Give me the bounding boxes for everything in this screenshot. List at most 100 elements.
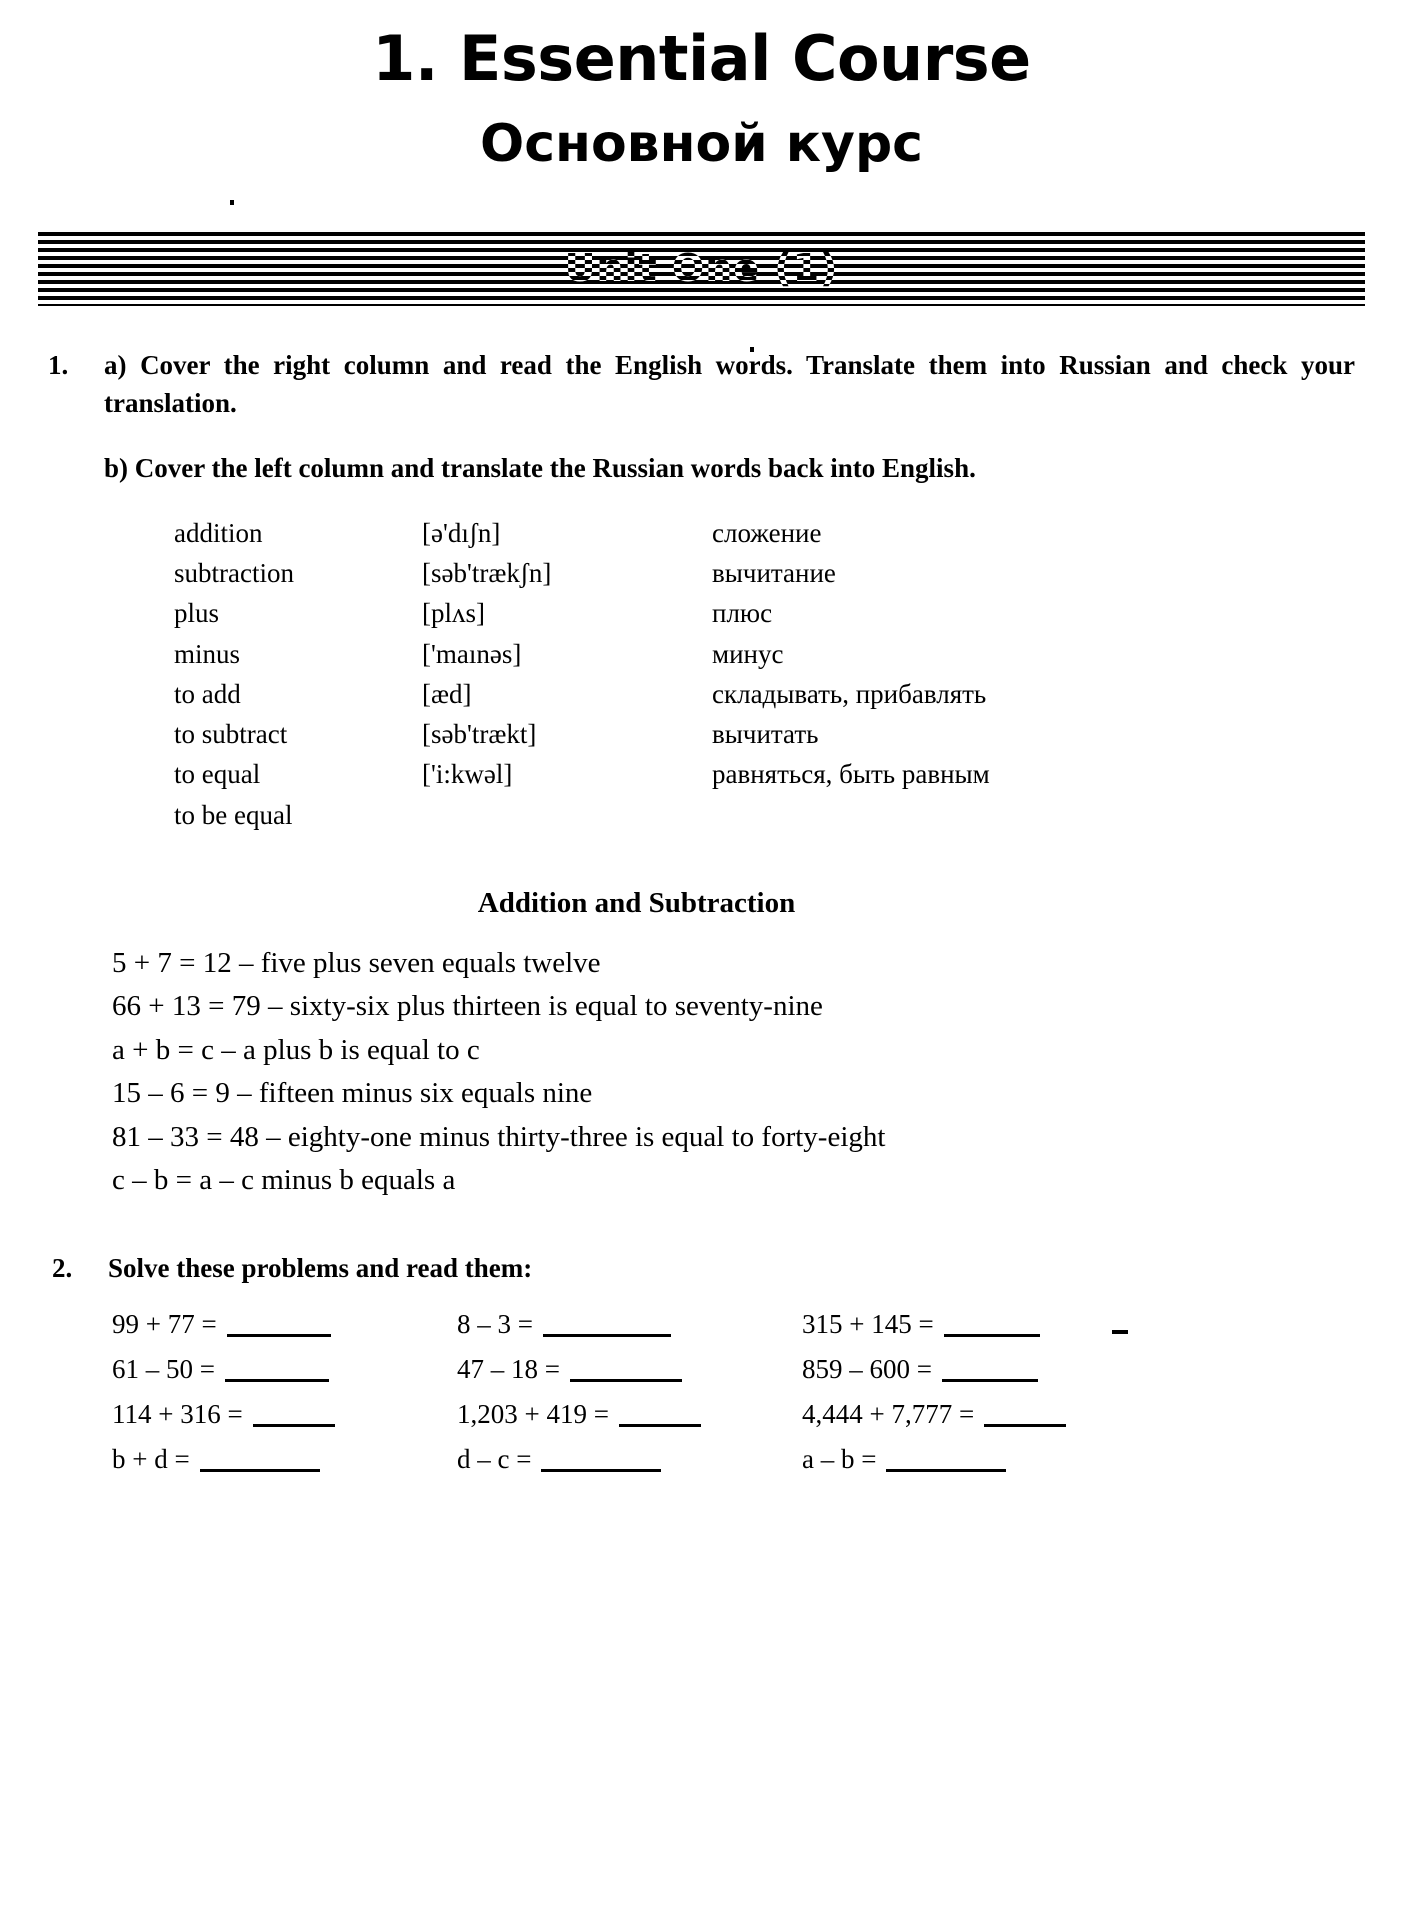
- problem-item: b + d =: [112, 1444, 457, 1475]
- problem-item: 1,203 + 419 =: [457, 1399, 802, 1430]
- problem-item: 859 – 600 =: [802, 1354, 1147, 1385]
- vocabulary-russian: вычитание: [712, 558, 836, 589]
- scan-speck: [230, 200, 234, 205]
- scan-speck: [750, 347, 754, 352]
- problem-item: 61 – 50 =: [112, 1354, 457, 1385]
- section-heading-addition-subtraction: Addition and Subtraction: [477, 886, 796, 919]
- vocabulary-transcription: ['maınəs]: [422, 638, 522, 669]
- vocabulary-row: minus ['maınəs] минус: [174, 634, 1403, 674]
- problem-expression: 114 + 316 =: [112, 1399, 243, 1430]
- answer-blank[interactable]: [226, 1313, 331, 1338]
- vocabulary-russian: равняться, быть равным: [712, 759, 990, 790]
- vocabulary-english: to subtract: [174, 719, 288, 750]
- exercise-1-number: 1.: [48, 350, 69, 380]
- vocabulary-transcription: [səb'trækʃn]: [422, 558, 552, 589]
- vocabulary-row: to be equal: [174, 795, 1403, 835]
- vocabulary-transcription: [plʌs]: [422, 598, 485, 629]
- exercise-1-instruction-a: a) Cover the right column and read the E…: [104, 350, 1355, 419]
- answer-blank[interactable]: [541, 1448, 662, 1473]
- problem-item: 99 + 77 =: [112, 1309, 457, 1340]
- answer-blank[interactable]: [199, 1448, 320, 1473]
- vocabulary-english: subtraction: [174, 558, 294, 589]
- problem-expression: 4,444 + 7,777 =: [802, 1399, 975, 1430]
- vocabulary-russian: [712, 795, 1403, 835]
- vocabulary-transcription: [æd]: [422, 678, 472, 709]
- problem-expression: 47 – 18 =: [457, 1354, 560, 1385]
- answer-blank[interactable]: [941, 1358, 1038, 1383]
- page-title-russian: Основной курс: [479, 114, 923, 174]
- equation-examples: 5 + 7 = 12 – five plus seven equals twel…: [0, 942, 1403, 1203]
- unit-banner: Unit One (1): [38, 232, 1365, 306]
- scan-speck: [1112, 1330, 1128, 1334]
- problem-item: a – b =: [802, 1444, 1147, 1475]
- vocabulary-russian: вычитать: [712, 719, 819, 750]
- vocabulary-russian: сложение: [712, 517, 822, 548]
- problem-item: 315 + 145 =: [802, 1309, 1147, 1340]
- problem-expression: a – b =: [802, 1444, 877, 1475]
- exercise-1-instruction-b: b) Cover the left column and translate t…: [104, 452, 976, 483]
- problem-item: 114 + 316 =: [112, 1399, 457, 1430]
- problem-item: 47 – 18 =: [457, 1354, 802, 1385]
- answer-blank[interactable]: [943, 1313, 1040, 1338]
- answer-blank[interactable]: [569, 1358, 682, 1383]
- problem-expression: 8 – 3 =: [457, 1309, 533, 1340]
- equation-example: c – b = a – c minus b equals a: [112, 1164, 456, 1197]
- problem-expression: d – c =: [457, 1444, 532, 1475]
- problem-expression: 99 + 77 =: [112, 1309, 217, 1340]
- vocabulary-transcription: [ə'dıʃn]: [422, 517, 501, 548]
- equation-example: 81 – 33 = 48 – eighty-one minus thirty-t…: [112, 1120, 886, 1153]
- equation-example: a + b = c – a plus b is equal to c: [112, 1033, 480, 1066]
- unit-banner-label: Unit One (1): [559, 247, 845, 290]
- page-title-english: 1. Essential Course: [372, 22, 1031, 95]
- vocabulary-english: plus: [174, 598, 220, 629]
- problem-row: b + d = d – c = a – b =: [112, 1444, 1383, 1475]
- equation-example: 66 + 13 = 79 – sixty-six plus thirteen i…: [112, 990, 823, 1023]
- exercise-2-body: Solve these problems and read them:: [108, 1249, 1403, 1287]
- problem-expression: 315 + 145 =: [802, 1309, 934, 1340]
- vocabulary-table: addition [ə'dıʃn] сложение subtraction [səb'…: [0, 513, 1403, 835]
- vocabulary-transcription: [səb'trækt]: [422, 719, 537, 750]
- vocabulary-english: minus: [174, 638, 241, 669]
- answer-blank[interactable]: [252, 1403, 335, 1428]
- exercise-2: 2. Solve these problems and read them:: [0, 1249, 1403, 1287]
- vocabulary-row: to equal ['i:kwəl] равняться, быть равным: [174, 754, 1403, 794]
- vocabulary-transcription: ['i:kwəl]: [422, 759, 513, 790]
- vocabulary-row: addition [ə'dıʃn] сложение: [174, 513, 1403, 553]
- document-page: 1. Essential Course Основной курс Unit O…: [0, 0, 1403, 1918]
- problem-expression: 1,203 + 419 =: [457, 1399, 609, 1430]
- problem-expression: 61 – 50 =: [112, 1354, 215, 1385]
- vocabulary-english: to equal: [174, 759, 261, 790]
- exercise-1-body: a) Cover the right column and read the E…: [104, 346, 1403, 487]
- vocabulary-english: to add: [174, 678, 241, 709]
- problem-expression: b + d =: [112, 1444, 190, 1475]
- vocabulary-transcription: [422, 795, 712, 835]
- equation-example: 5 + 7 = 12 – five plus seven equals twel…: [112, 946, 601, 979]
- vocabulary-russian: складывать, прибавлять: [712, 678, 987, 709]
- exercise-2-number: 2.: [52, 1252, 73, 1283]
- answer-blank[interactable]: [542, 1313, 671, 1338]
- answer-blank[interactable]: [618, 1403, 701, 1428]
- vocabulary-english: to be equal: [174, 799, 293, 830]
- equation-example: 15 – 6 = 9 – fifteen minus six equals ni…: [112, 1077, 593, 1110]
- problem-grid: 99 + 77 = 8 – 3 = 315 + 145 = 61 – 50 = 47 –…: [0, 1309, 1403, 1475]
- answer-blank[interactable]: [886, 1448, 1007, 1473]
- exercise-1: 1. a) Cover the right column and read th…: [0, 346, 1403, 487]
- problem-row: 61 – 50 = 47 – 18 = 859 – 600 =: [112, 1354, 1383, 1385]
- answer-blank[interactable]: [984, 1403, 1067, 1428]
- vocabulary-russian: плюс: [712, 598, 773, 629]
- vocabulary-row: subtraction [səb'trækʃn] вычитание: [174, 553, 1403, 593]
- vocabulary-russian: минус: [712, 638, 784, 669]
- problem-expression: 859 – 600 =: [802, 1354, 932, 1385]
- problem-row: 99 + 77 = 8 – 3 = 315 + 145 =: [112, 1309, 1383, 1340]
- problem-item: d – c =: [457, 1444, 802, 1475]
- problem-item: 8 – 3 =: [457, 1309, 802, 1340]
- problem-row: 114 + 316 = 1,203 + 419 = 4,444 + 7,777 =: [112, 1399, 1383, 1430]
- unit-banner-stripes: Unit One (1): [38, 232, 1365, 306]
- vocabulary-row: to add [æd] складывать, прибавлять: [174, 674, 1403, 714]
- problem-item: 4,444 + 7,777 =: [802, 1399, 1147, 1430]
- vocabulary-row: plus [plʌs] плюс: [174, 593, 1403, 633]
- vocabulary-row: to subtract [səb'trækt] вычитать: [174, 714, 1403, 754]
- answer-blank[interactable]: [224, 1358, 329, 1383]
- exercise-2-instruction: Solve these problems and read them:: [108, 1252, 533, 1283]
- vocabulary-english: addition: [174, 517, 263, 548]
